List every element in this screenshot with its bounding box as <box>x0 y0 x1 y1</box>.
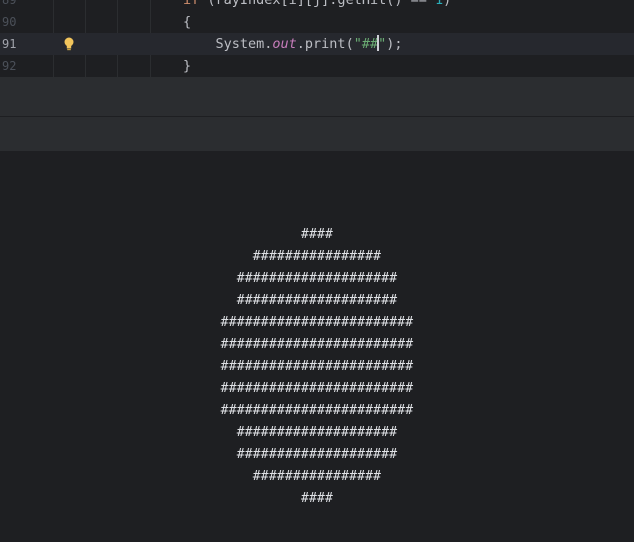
code-keyword: if <box>183 0 200 8</box>
console-line: ################ <box>252 249 382 264</box>
code-string: "## <box>353 36 379 52</box>
code-line[interactable]: 89 if (rayIndex[i][j].getHit() == 1) <box>0 0 634 11</box>
code-fragment: .print( <box>296 36 354 52</box>
console-line: ######################## <box>220 359 414 374</box>
console-line: #### <box>300 491 334 506</box>
console-line: ################ <box>252 469 382 484</box>
run-console-output[interactable]: #### ################ ##################… <box>0 151 634 542</box>
code-fragment: ); <box>386 36 403 52</box>
line-number: 92 <box>2 59 17 73</box>
console-line: #################### <box>236 271 398 286</box>
console-line: #################### <box>236 447 398 462</box>
code-line[interactable]: 92 } <box>0 55 634 77</box>
code-fragment: ) <box>443 0 452 8</box>
console-line: #################### <box>236 293 398 308</box>
console-line: #################### <box>236 425 398 440</box>
code-string: " <box>378 36 387 52</box>
lightbulb-icon[interactable] <box>63 33 75 55</box>
code-text[interactable]: } <box>183 55 191 77</box>
code-line[interactable]: 90 { <box>0 11 634 33</box>
code-text[interactable]: { <box>183 11 191 33</box>
console-line: ######################## <box>220 403 414 418</box>
line-number: 91 <box>2 37 17 51</box>
tool-window-header <box>0 117 634 151</box>
console-line: #### <box>300 227 334 242</box>
code-fragment: System. <box>183 36 273 52</box>
code-text[interactable]: if (rayIndex[i][j].getHit() == 1) <box>183 0 451 11</box>
code-line-current[interactable]: 91 System.out.print("##"); <box>0 33 634 55</box>
code-fragment: (rayIndex[i][j].getHit() == <box>199 0 435 8</box>
code-field: out <box>272 36 297 52</box>
console-line: ######################## <box>220 337 414 352</box>
line-number: 90 <box>2 15 17 29</box>
line-number: 89 <box>2 0 17 7</box>
console-line: ######################## <box>220 381 414 396</box>
code-text[interactable]: System.out.print("##"); <box>183 33 403 55</box>
console-line: ######################## <box>220 315 414 330</box>
code-number: 1 <box>434 0 444 8</box>
code-editor[interactable]: 89 if (rayIndex[i][j].getHit() == 1) 90 … <box>0 0 634 77</box>
editor-bottom-panel <box>0 77 634 117</box>
